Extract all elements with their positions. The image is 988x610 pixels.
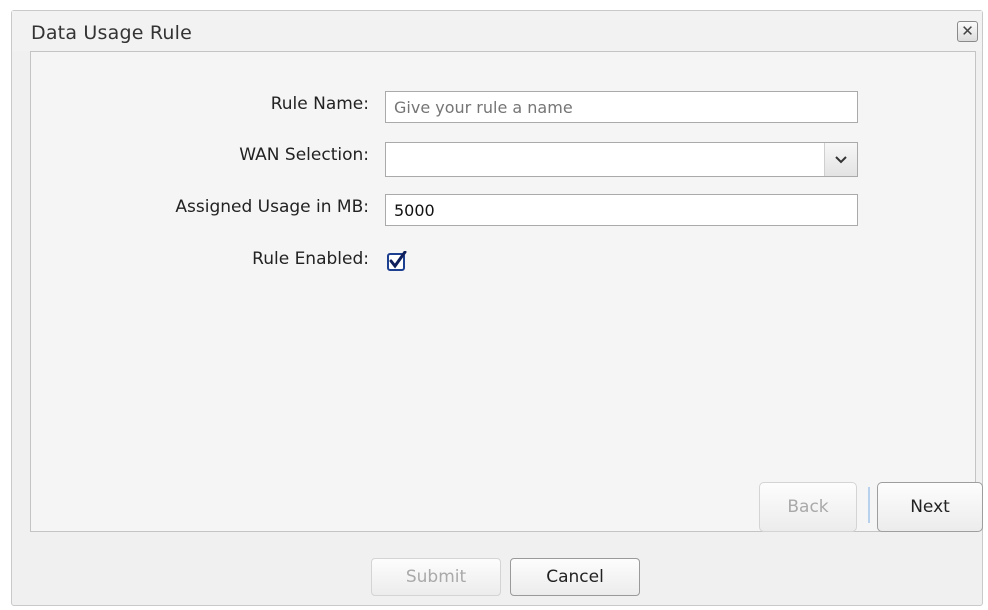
submit-button[interactable]: Submit <box>371 558 501 596</box>
dialog-title: Data Usage Rule <box>31 22 193 44</box>
rule-enabled-label: Rule Enabled: <box>252 249 369 269</box>
close-button[interactable]: ✕ <box>957 21 978 42</box>
next-button[interactable]: Next <box>877 482 983 532</box>
cancel-button[interactable]: Cancel <box>510 558 640 596</box>
checkmark-icon <box>387 250 407 271</box>
assigned-usage-row: Assigned Usage in MB: <box>31 191 975 226</box>
chevron-down-icon[interactable] <box>824 143 857 176</box>
wan-selection-label: WAN Selection: <box>239 145 369 165</box>
rule-enabled-row: Rule Enabled: <box>31 243 975 277</box>
assigned-usage-input[interactable] <box>385 194 858 226</box>
dialog-titlebar: Data Usage Rule ✕ <box>12 11 982 51</box>
back-button[interactable]: Back <box>759 482 857 532</box>
rule-enabled-checkbox[interactable] <box>387 250 407 271</box>
rule-name-row: Rule Name: <box>31 88 975 123</box>
form-panel: Rule Name: WAN Selection: Assigned Usage… <box>30 51 983 532</box>
data-usage-rule-dialog: Data Usage Rule ✕ Rule Name: WAN Selecti… <box>11 10 983 606</box>
rule-name-input[interactable] <box>385 91 858 123</box>
wan-selection-select[interactable] <box>385 142 858 177</box>
wan-selection-row: WAN Selection: <box>31 139 975 177</box>
button-separator <box>868 487 870 523</box>
close-icon: ✕ <box>961 22 974 40</box>
rule-name-label: Rule Name: <box>270 94 369 114</box>
assigned-usage-label: Assigned Usage in MB: <box>175 197 369 217</box>
